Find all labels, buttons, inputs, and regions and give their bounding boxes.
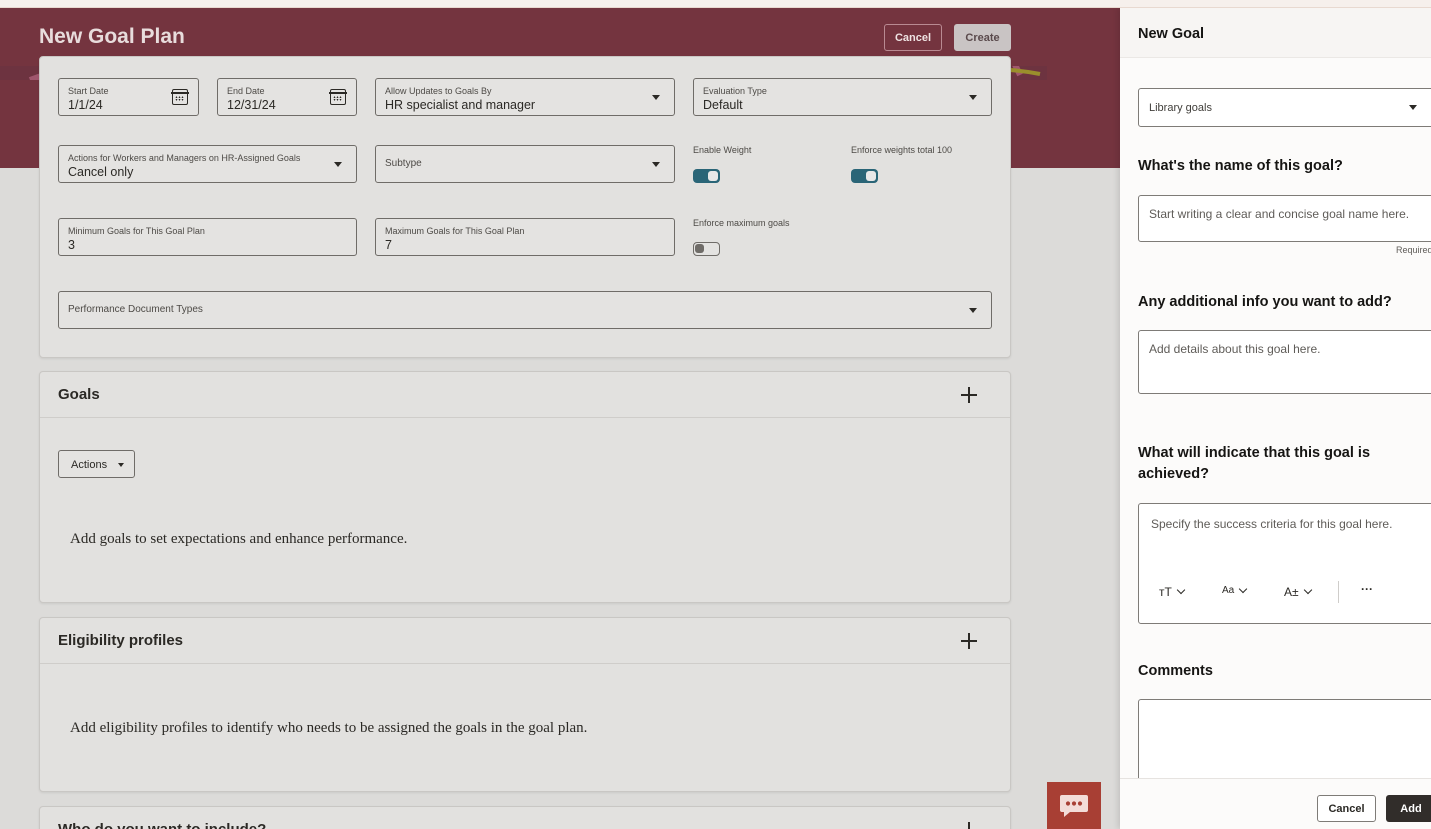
additional-info-placeholder: Add details about this goal here. [1149,342,1321,356]
toggle-knob [695,244,704,253]
dropdown-caret-icon [334,162,342,167]
eligibility-empty-message: Add eligibility profiles to identify who… [70,720,588,736]
end-date-label: End Date [227,86,265,96]
actions-label: Actions [71,459,108,471]
text-format-tool[interactable]: тТ [1159,585,1186,599]
page-title: New Goal Plan [39,25,185,48]
toggle-knob [708,171,718,181]
max-goals-value: 7 [385,238,392,252]
actions-menu-button[interactable]: Actions [58,450,135,478]
goal-plan-page: New Goal Plan Cancel Create Start Date 1… [0,0,1120,829]
add-eligibility-plus-icon[interactable] [961,633,977,649]
min-goals-field[interactable]: Minimum Goals for This Goal Plan 3 [58,218,357,256]
success-criteria-question: What will indicate that this goal is ach… [1138,445,1371,482]
goals-card: Goals Actions Add goals to set expectati… [39,371,1011,603]
comments-label: Comments [1138,663,1213,679]
actions-hr-goals-value: Cancel only [68,165,134,179]
additional-info-input[interactable]: Add details about this goal here. [1138,330,1431,394]
enforce-weights-toggle[interactable] [851,169,878,183]
enforce-max-label: Enforce maximum goals [693,218,790,228]
evaluation-type-label: Evaluation Type [703,86,767,96]
start-date-label: Start Date [68,86,109,96]
calendar-icon[interactable] [171,89,189,105]
dropdown-caret-icon [652,162,660,167]
evaluation-type-select[interactable]: Evaluation Type Default [693,78,992,116]
drawer-cancel-button[interactable]: Cancel [1317,795,1376,822]
include-card: Who do you want to include? [39,806,1011,829]
goal-source-value: Library goals [1149,102,1212,114]
goal-name-question: What's the name of this goal? [1138,158,1343,174]
allow-updates-label: Allow Updates to Goals By [385,86,492,96]
success-criteria-editor[interactable]: Specify the success criteria for this go… [1138,503,1431,624]
add-goal-plus-icon[interactable] [961,387,977,403]
min-goals-label: Minimum Goals for This Goal Plan [68,226,205,236]
chevron-down-icon [1176,585,1186,595]
chevron-down-icon [1303,585,1312,595]
header-cancel-button[interactable]: Cancel [884,24,942,51]
end-date-value: 12/31/24 [227,98,276,112]
more-icon: ··· [1361,582,1373,596]
dropdown-caret-icon [1409,105,1417,110]
eligibility-title: Eligibility profiles [58,632,184,649]
dropdown-caret-icon [969,95,977,100]
font-size-tool[interactable]: A± [1284,585,1312,599]
start-date-field[interactable]: Start Date 1/1/24 [58,78,199,116]
success-criteria-placeholder: Specify the success criteria for this go… [1151,517,1393,531]
goals-title: Goals [58,386,100,403]
dropdown-caret-icon [118,463,124,467]
add-goal-button[interactable]: Add [1386,795,1431,822]
divider [40,663,1010,664]
enforce-max-toggle[interactable] [693,242,720,256]
eligibility-card: Eligibility profiles Add eligibility pro… [39,617,1011,792]
drawer-footer: Cancel Add [1120,778,1431,829]
subtype-label: Subtype [385,158,422,169]
text-format-icon: тТ [1159,585,1172,599]
drawer-header: New Goal [1120,8,1431,58]
font-size-icon: A± [1284,585,1299,599]
perf-doc-types-select[interactable]: Performance Document Types [58,291,992,329]
enable-weight-toggle[interactable] [693,169,720,183]
allow-updates-value: HR specialist and manager [385,98,536,112]
required-label: Required [1396,245,1431,255]
perf-doc-types-label: Performance Document Types [68,304,203,315]
page-content: Start Date 1/1/24 End Date 12/31/24 Allo… [0,56,1047,829]
toggle-knob [866,171,876,181]
add-include-plus-icon[interactable] [961,822,977,829]
subtype-select[interactable]: Subtype [375,145,675,183]
min-goals-value: 3 [68,238,75,252]
font-family-icon: Aa [1222,585,1235,596]
top-strip [0,0,1431,8]
more-tools-button[interactable]: ··· [1361,582,1373,596]
additional-info-question: Any additional info you want to add? [1138,294,1392,310]
enable-weight-label: Enable Weight [693,145,752,155]
goals-empty-message: Add goals to set expectations and enhanc… [70,531,408,547]
allow-updates-select[interactable]: Allow Updates to Goals By HR specialist … [375,78,675,116]
goal-source-select[interactable]: Library goals [1138,88,1431,127]
divider [40,417,1010,418]
start-date-value: 1/1/24 [68,98,103,112]
max-goals-label: Maximum Goals for This Goal Plan [385,226,525,236]
goal-name-placeholder: Start writing a clear and concise goal n… [1149,207,1410,221]
chat-button[interactable] [1047,782,1101,829]
end-date-field[interactable]: End Date 12/31/24 [217,78,357,116]
dropdown-caret-icon [969,308,977,313]
dropdown-caret-icon [652,95,660,100]
max-goals-field[interactable]: Maximum Goals for This Goal Plan 7 [375,218,675,256]
actions-hr-goals-label: Actions for Workers and Managers on HR-A… [68,153,301,163]
font-family-tool[interactable]: Aa [1222,584,1248,596]
calendar-icon[interactable] [329,89,347,105]
create-button[interactable]: Create [954,24,1011,51]
include-title: Who do you want to include? [58,821,266,829]
goal-name-input[interactable]: Start writing a clear and concise goal n… [1138,195,1431,242]
chevron-down-icon [1238,584,1248,593]
evaluation-type-value: Default [703,98,743,112]
new-goal-drawer: New Goal Library goals What's the name o… [1120,8,1431,829]
enforce-weights-label: Enforce weights total 100 [851,145,953,155]
toolbar-separator [1338,581,1339,603]
plan-details-card: Start Date 1/1/24 End Date 12/31/24 Allo… [39,56,1011,358]
chat-icon [1060,795,1088,817]
drawer-title: New Goal [1138,26,1205,42]
comments-input[interactable] [1138,699,1431,789]
actions-hr-goals-select[interactable]: Actions for Workers and Managers on HR-A… [58,145,357,183]
